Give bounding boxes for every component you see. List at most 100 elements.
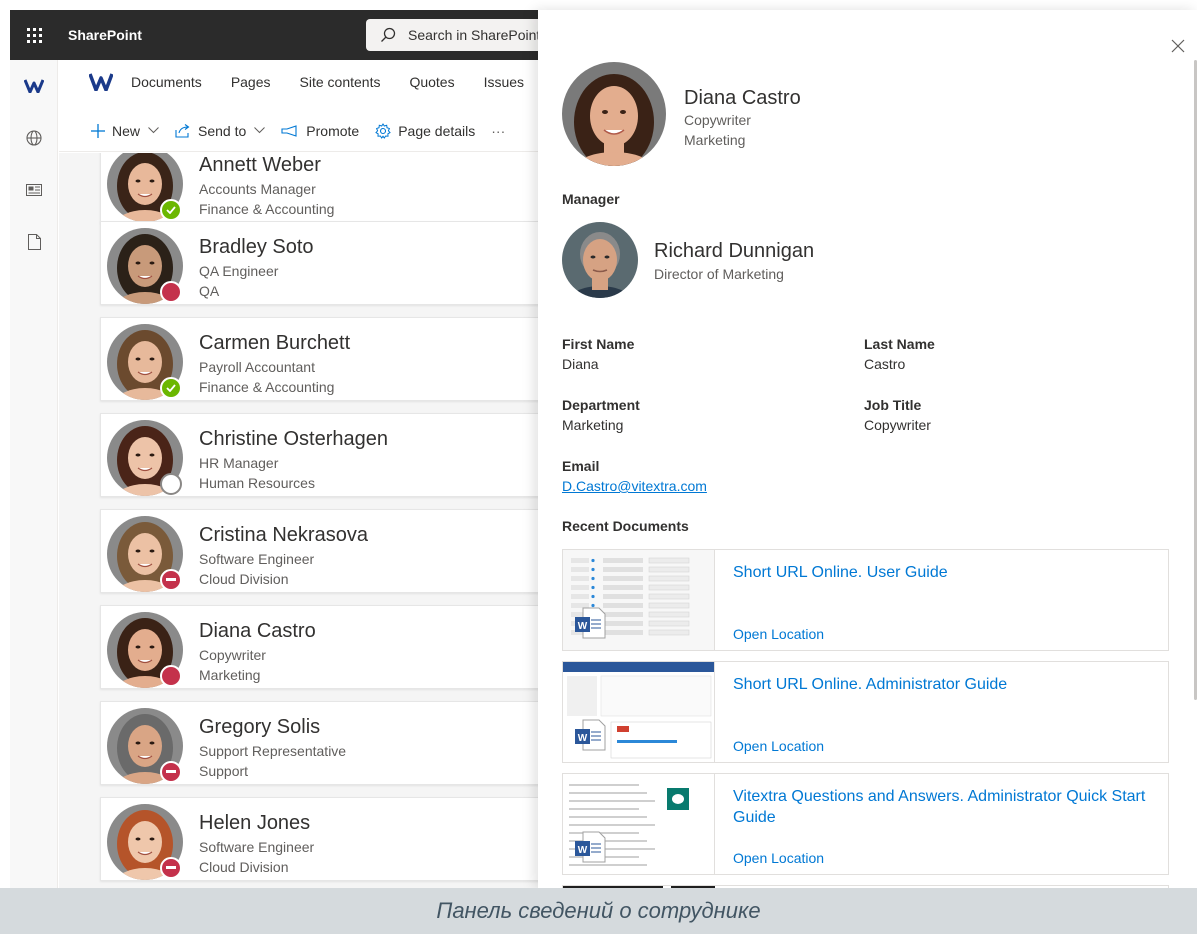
document-thumbnail: W xyxy=(563,662,715,762)
person-card[interactable]: Gregory Solis Support Representative Suppo… xyxy=(100,701,538,785)
nav-link-documents[interactable]: Documents xyxy=(131,74,202,90)
manager-photo[interactable] xyxy=(562,222,638,298)
person-details-panel: Diana Castro Copywriter Marketing Manage… xyxy=(538,10,1197,888)
person-card[interactable]: Diana Castro Copywriter Marketing xyxy=(100,605,538,689)
person-name: Carmen Burchett xyxy=(199,332,351,354)
svg-text:W: W xyxy=(578,733,588,744)
department-label: Department xyxy=(562,397,640,413)
person-name: Bradley Soto xyxy=(199,236,314,258)
person-name: Diana Castro xyxy=(199,620,316,642)
open-location-link[interactable]: Open Location xyxy=(733,850,824,866)
nav-link-issues[interactable]: Issues xyxy=(484,74,524,90)
site-logo[interactable] xyxy=(89,73,113,91)
document-card[interactable]: W Short URL Online. User Guide Open Locati… xyxy=(562,549,1169,651)
person-department: Marketing xyxy=(199,667,261,683)
person-department: Human Resources xyxy=(199,475,315,491)
person-card[interactable]: Helen Jones Software Engineer Cloud Divisi… xyxy=(100,797,538,881)
person-card[interactable]: Carmen Burchett Payroll Accountant Finance… xyxy=(100,317,538,401)
person-name: Annett Weber xyxy=(199,154,321,176)
document-card[interactable]: W Short URL Online. Administrator Guide Op… xyxy=(562,661,1169,763)
rail-globe-button[interactable] xyxy=(10,112,58,164)
presence-busy-icon xyxy=(160,665,182,687)
rail-home-button[interactable] xyxy=(10,60,58,112)
more-icon: ··· xyxy=(491,122,506,139)
search-icon xyxy=(381,27,396,42)
vitextra-logo-icon xyxy=(89,73,113,91)
presence-dnd-icon xyxy=(160,569,182,591)
manager-heading: Manager xyxy=(562,191,620,207)
person-name: Gregory Solis xyxy=(199,716,321,738)
manager-name[interactable]: Richard Dunnigan xyxy=(654,240,814,263)
word-file-icon: W xyxy=(573,718,607,757)
recent-documents-heading: Recent Documents xyxy=(562,518,689,534)
person-card[interactable]: Cristina Nekrasova Software Engineer Cloud… xyxy=(100,509,538,593)
site-header: Documents Pages Site contents Quotes Iss… xyxy=(59,60,538,104)
document-thumbnail: W xyxy=(563,774,715,874)
close-panel-button[interactable] xyxy=(1168,36,1188,56)
job-title-label: Job Title xyxy=(864,397,922,413)
presence-busy-icon xyxy=(160,281,182,303)
rail-news-button[interactable] xyxy=(10,164,58,216)
profile-title: Copywriter xyxy=(684,112,751,128)
person-title: Software Engineer xyxy=(199,551,315,567)
app-launcher-button[interactable] xyxy=(10,10,58,60)
last-name-label: Last Name xyxy=(864,336,935,352)
globe-icon xyxy=(26,130,42,146)
waffle-icon xyxy=(26,27,42,43)
nav-link-quotes[interactable]: Quotes xyxy=(409,74,454,90)
profile-department: Marketing xyxy=(684,132,746,148)
person-title: Payroll Accountant xyxy=(199,359,315,375)
plus-icon xyxy=(91,123,105,138)
document-card[interactable]: W Vitextra Questions and Answers. Adminis… xyxy=(562,773,1169,875)
send-to-button[interactable]: Send to xyxy=(175,122,266,139)
nav-link-site-contents[interactable]: Site contents xyxy=(300,74,381,90)
first-name-label: First Name xyxy=(562,336,635,352)
new-button[interactable]: New xyxy=(91,123,159,139)
open-location-link[interactable]: Open Location xyxy=(733,626,824,642)
brand-name[interactable]: SharePoint xyxy=(68,27,142,43)
gear-icon xyxy=(375,122,391,139)
person-name: Helen Jones xyxy=(199,812,311,834)
rail-page-button[interactable] xyxy=(10,216,58,268)
document-thumbnail: W xyxy=(563,550,715,650)
megaphone-icon xyxy=(281,124,297,137)
person-card[interactable]: Bradley Soto QA Engineer QA xyxy=(100,221,538,305)
person-department: QA xyxy=(199,283,220,299)
svg-text:W: W xyxy=(578,845,588,856)
email-link[interactable]: D.Castro@vitextra.com xyxy=(562,478,707,494)
nav-link-pages[interactable]: Pages xyxy=(231,74,271,90)
presence-available-icon xyxy=(160,199,182,221)
page-details-button[interactable]: Page details xyxy=(375,123,475,139)
presence-dnd-icon xyxy=(160,857,182,879)
document-title-link[interactable]: Short URL Online. Administrator Guide xyxy=(733,674,1153,695)
frame-left xyxy=(0,0,10,888)
person-card[interactable]: Christine Osterhagen HR Manager Human Reso… xyxy=(100,413,538,497)
document-title-link[interactable]: Vitextra Questions and Answers. Administ… xyxy=(733,786,1153,828)
document-title-link[interactable]: Short URL Online. User Guide xyxy=(733,562,1153,583)
send-to-label: Send to xyxy=(198,122,247,139)
department-value: Marketing xyxy=(562,417,624,433)
search-input[interactable]: Search in SharePoint xyxy=(366,19,546,51)
presence-dnd-icon xyxy=(160,761,182,783)
page-details-label: Page details xyxy=(398,122,476,139)
person-card[interactable]: Annett Weber Accounts Manager Finance & Ac… xyxy=(100,153,538,223)
person-department: Cloud Division xyxy=(199,571,289,587)
search-placeholder: Search in SharePoint xyxy=(408,27,541,43)
manager-title: Director of Marketing xyxy=(654,266,784,282)
email-label: Email xyxy=(562,458,600,474)
person-title: Support Representative xyxy=(199,743,347,759)
share-icon xyxy=(175,123,190,138)
open-location-link[interactable]: Open Location xyxy=(733,738,824,754)
profile-photo xyxy=(562,62,666,166)
person-title: Software Engineer xyxy=(199,839,315,855)
person-title: Accounts Manager xyxy=(199,181,316,197)
promote-button[interactable]: Promote xyxy=(281,123,359,139)
new-label: New xyxy=(112,122,141,139)
frame-top xyxy=(0,0,1197,10)
more-button[interactable]: ··· xyxy=(491,123,505,139)
first-name-value: Diana xyxy=(562,356,599,372)
profile-name: Diana Castro xyxy=(684,87,801,109)
close-icon xyxy=(1171,39,1185,53)
person-title: QA Engineer xyxy=(199,263,279,279)
suite-bar: SharePoint Search in SharePoint xyxy=(10,10,546,60)
